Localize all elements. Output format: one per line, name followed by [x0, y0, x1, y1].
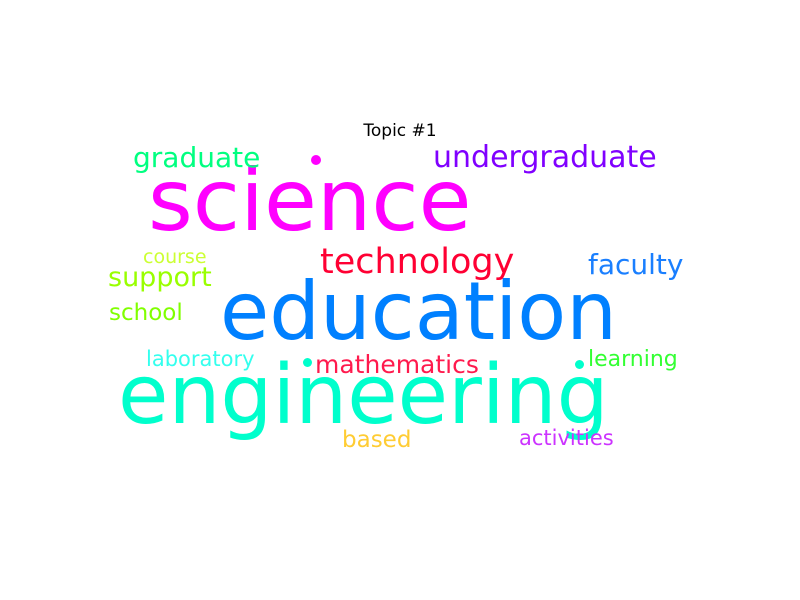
- word-based: based: [342, 427, 412, 453]
- word-cloud: science education engineering undergradu…: [0, 0, 800, 600]
- word-technology: technology: [320, 242, 515, 282]
- word-learning: learning: [588, 347, 678, 372]
- word-school: school: [109, 300, 183, 326]
- word-support: support: [108, 262, 212, 293]
- word-education: education: [220, 265, 617, 358]
- word-laboratory: laboratory: [146, 347, 255, 371]
- word-course: course: [143, 246, 207, 268]
- word-faculty: faculty: [588, 248, 684, 281]
- word-activities: activities: [519, 426, 614, 450]
- small-dot: [575, 360, 584, 369]
- word-graduate: graduate: [133, 141, 261, 174]
- word-mathematics: mathematics: [315, 350, 479, 379]
- figure-canvas: Topic #1 science education engineering u…: [0, 0, 800, 600]
- word-undergraduate: undergraduate: [433, 140, 657, 175]
- small-dot: [303, 358, 312, 367]
- small-dot: [311, 155, 321, 165]
